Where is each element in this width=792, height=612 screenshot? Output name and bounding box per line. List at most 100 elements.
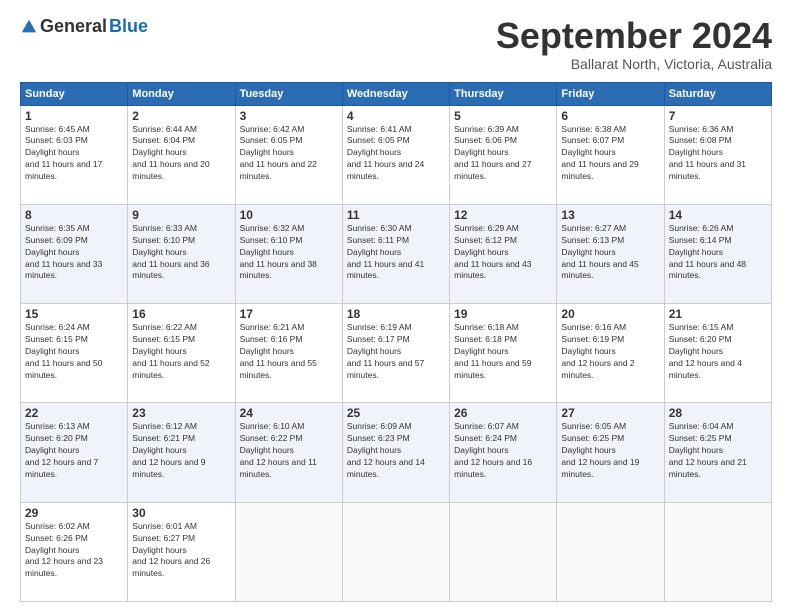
day-number: 25 — [347, 406, 445, 420]
day-number: 8 — [25, 208, 123, 222]
day-number: 23 — [132, 406, 230, 420]
day-info: Sunrise: 6:32 AMSunset: 6:10 PMDaylight … — [240, 223, 338, 282]
table-row: 2Sunrise: 6:44 AMSunset: 6:04 PMDaylight… — [128, 105, 235, 204]
day-number: 16 — [132, 307, 230, 321]
table-row: 24Sunrise: 6:10 AMSunset: 6:22 PMDayligh… — [235, 403, 342, 502]
table-row: 4Sunrise: 6:41 AMSunset: 6:05 PMDaylight… — [342, 105, 449, 204]
day-info: Sunrise: 6:39 AMSunset: 6:06 PMDaylight … — [454, 124, 552, 183]
header-saturday: Saturday — [664, 82, 771, 105]
calendar-header-row: Sunday Monday Tuesday Wednesday Thursday… — [21, 82, 772, 105]
day-info: Sunrise: 6:35 AMSunset: 6:09 PMDaylight … — [25, 223, 123, 282]
day-info: Sunrise: 6:21 AMSunset: 6:16 PMDaylight … — [240, 322, 338, 381]
day-number: 24 — [240, 406, 338, 420]
day-info: Sunrise: 6:26 AMSunset: 6:14 PMDaylight … — [669, 223, 767, 282]
table-row: 21Sunrise: 6:15 AMSunset: 6:20 PMDayligh… — [664, 304, 771, 403]
calendar-week-row: 8Sunrise: 6:35 AMSunset: 6:09 PMDaylight… — [21, 204, 772, 303]
day-info: Sunrise: 6:41 AMSunset: 6:05 PMDaylight … — [347, 124, 445, 183]
table-row: 30Sunrise: 6:01 AMSunset: 6:27 PMDayligh… — [128, 502, 235, 601]
table-row: 13Sunrise: 6:27 AMSunset: 6:13 PMDayligh… — [557, 204, 664, 303]
location-subtitle: Ballarat North, Victoria, Australia — [496, 56, 772, 72]
day-info: Sunrise: 6:38 AMSunset: 6:07 PMDaylight … — [561, 124, 659, 183]
calendar-week-row: 29Sunrise: 6:02 AMSunset: 6:26 PMDayligh… — [21, 502, 772, 601]
logo-blue-text: Blue — [109, 16, 148, 37]
table-row: 26Sunrise: 6:07 AMSunset: 6:24 PMDayligh… — [450, 403, 557, 502]
table-row: 1Sunrise: 6:45 AMSunset: 6:03 PMDaylight… — [21, 105, 128, 204]
page: General Blue September 2024 Ballarat Nor… — [0, 0, 792, 612]
table-row: 3Sunrise: 6:42 AMSunset: 6:05 PMDaylight… — [235, 105, 342, 204]
day-number: 14 — [669, 208, 767, 222]
header-wednesday: Wednesday — [342, 82, 449, 105]
day-number: 3 — [240, 109, 338, 123]
header-monday: Monday — [128, 82, 235, 105]
day-number: 13 — [561, 208, 659, 222]
table-row: 22Sunrise: 6:13 AMSunset: 6:20 PMDayligh… — [21, 403, 128, 502]
table-row: 9Sunrise: 6:33 AMSunset: 6:10 PMDaylight… — [128, 204, 235, 303]
day-number: 12 — [454, 208, 552, 222]
day-number: 21 — [669, 307, 767, 321]
calendar-week-row: 15Sunrise: 6:24 AMSunset: 6:15 PMDayligh… — [21, 304, 772, 403]
header-sunday: Sunday — [21, 82, 128, 105]
table-row: 29Sunrise: 6:02 AMSunset: 6:26 PMDayligh… — [21, 502, 128, 601]
day-info: Sunrise: 6:36 AMSunset: 6:08 PMDaylight … — [669, 124, 767, 183]
calendar-week-row: 22Sunrise: 6:13 AMSunset: 6:20 PMDayligh… — [21, 403, 772, 502]
day-info: Sunrise: 6:07 AMSunset: 6:24 PMDaylight … — [454, 421, 552, 480]
day-info: Sunrise: 6:15 AMSunset: 6:20 PMDaylight … — [669, 322, 767, 381]
logo-icon — [20, 18, 38, 36]
header-thursday: Thursday — [450, 82, 557, 105]
day-info: Sunrise: 6:44 AMSunset: 6:04 PMDaylight … — [132, 124, 230, 183]
table-row: 25Sunrise: 6:09 AMSunset: 6:23 PMDayligh… — [342, 403, 449, 502]
table-row: 5Sunrise: 6:39 AMSunset: 6:06 PMDaylight… — [450, 105, 557, 204]
table-row — [235, 502, 342, 601]
table-row — [450, 502, 557, 601]
table-row: 6Sunrise: 6:38 AMSunset: 6:07 PMDaylight… — [557, 105, 664, 204]
table-row: 12Sunrise: 6:29 AMSunset: 6:12 PMDayligh… — [450, 204, 557, 303]
table-row: 10Sunrise: 6:32 AMSunset: 6:10 PMDayligh… — [235, 204, 342, 303]
table-row: 11Sunrise: 6:30 AMSunset: 6:11 PMDayligh… — [342, 204, 449, 303]
day-info: Sunrise: 6:01 AMSunset: 6:27 PMDaylight … — [132, 521, 230, 580]
table-row: 27Sunrise: 6:05 AMSunset: 6:25 PMDayligh… — [557, 403, 664, 502]
day-info: Sunrise: 6:22 AMSunset: 6:15 PMDaylight … — [132, 322, 230, 381]
logo-general-text: General — [40, 16, 107, 37]
day-info: Sunrise: 6:18 AMSunset: 6:18 PMDaylight … — [454, 322, 552, 381]
day-info: Sunrise: 6:30 AMSunset: 6:11 PMDaylight … — [347, 223, 445, 282]
day-info: Sunrise: 6:45 AMSunset: 6:03 PMDaylight … — [25, 124, 123, 183]
day-info: Sunrise: 6:02 AMSunset: 6:26 PMDaylight … — [25, 521, 123, 580]
day-info: Sunrise: 6:42 AMSunset: 6:05 PMDaylight … — [240, 124, 338, 183]
table-row: 8Sunrise: 6:35 AMSunset: 6:09 PMDaylight… — [21, 204, 128, 303]
header: General Blue September 2024 Ballarat Nor… — [20, 16, 772, 72]
day-number: 11 — [347, 208, 445, 222]
day-info: Sunrise: 6:10 AMSunset: 6:22 PMDaylight … — [240, 421, 338, 480]
day-number: 18 — [347, 307, 445, 321]
day-number: 9 — [132, 208, 230, 222]
day-info: Sunrise: 6:09 AMSunset: 6:23 PMDaylight … — [347, 421, 445, 480]
day-info: Sunrise: 6:27 AMSunset: 6:13 PMDaylight … — [561, 223, 659, 282]
title-section: September 2024 Ballarat North, Victoria,… — [496, 16, 772, 72]
day-number: 19 — [454, 307, 552, 321]
logo: General Blue — [20, 16, 148, 37]
table-row: 28Sunrise: 6:04 AMSunset: 6:25 PMDayligh… — [664, 403, 771, 502]
table-row: 20Sunrise: 6:16 AMSunset: 6:19 PMDayligh… — [557, 304, 664, 403]
day-number: 5 — [454, 109, 552, 123]
day-info: Sunrise: 6:33 AMSunset: 6:10 PMDaylight … — [132, 223, 230, 282]
day-number: 20 — [561, 307, 659, 321]
day-number: 27 — [561, 406, 659, 420]
day-info: Sunrise: 6:04 AMSunset: 6:25 PMDaylight … — [669, 421, 767, 480]
day-number: 6 — [561, 109, 659, 123]
day-info: Sunrise: 6:13 AMSunset: 6:20 PMDaylight … — [25, 421, 123, 480]
day-number: 22 — [25, 406, 123, 420]
day-info: Sunrise: 6:12 AMSunset: 6:21 PMDaylight … — [132, 421, 230, 480]
day-number: 26 — [454, 406, 552, 420]
day-number: 28 — [669, 406, 767, 420]
day-number: 1 — [25, 109, 123, 123]
table-row: 23Sunrise: 6:12 AMSunset: 6:21 PMDayligh… — [128, 403, 235, 502]
day-number: 7 — [669, 109, 767, 123]
day-number: 30 — [132, 506, 230, 520]
day-info: Sunrise: 6:24 AMSunset: 6:15 PMDaylight … — [25, 322, 123, 381]
day-number: 10 — [240, 208, 338, 222]
table-row: 18Sunrise: 6:19 AMSunset: 6:17 PMDayligh… — [342, 304, 449, 403]
day-info: Sunrise: 6:16 AMSunset: 6:19 PMDaylight … — [561, 322, 659, 381]
day-number: 29 — [25, 506, 123, 520]
table-row: 17Sunrise: 6:21 AMSunset: 6:16 PMDayligh… — [235, 304, 342, 403]
calendar-table: Sunday Monday Tuesday Wednesday Thursday… — [20, 82, 772, 602]
day-number: 17 — [240, 307, 338, 321]
